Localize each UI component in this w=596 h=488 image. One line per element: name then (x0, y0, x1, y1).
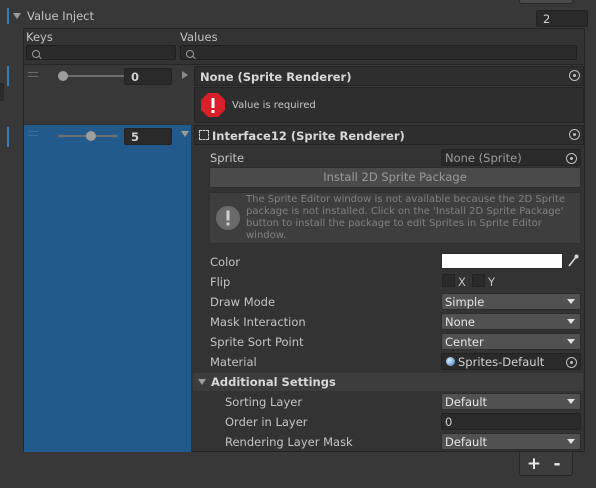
object-field-header[interactable]: None (Sprite Renderer) (194, 66, 584, 86)
remove-element-button[interactable]: - (547, 454, 567, 474)
sorting-layer-value: Default (445, 395, 488, 409)
install-2d-sprite-button[interactable]: Install 2D Sprite Package (209, 167, 581, 188)
color-label: Color (210, 255, 241, 269)
value-inject-foldout[interactable]: Value Inject (12, 8, 212, 24)
add-label: + (526, 454, 542, 474)
list-row-0: 0 None (Sprite Renderer) Value is requir… (24, 64, 584, 124)
search-icon (32, 50, 40, 58)
key-slider-knob[interactable] (86, 131, 96, 141)
object-picker-icon[interactable] (566, 153, 577, 164)
material-label: Material (210, 355, 257, 369)
order-in-layer-label: Order in Layer (225, 415, 308, 429)
error-icon (200, 92, 226, 118)
left-accent-bar (7, 66, 9, 86)
key-value: 0 (131, 70, 140, 84)
flip-y-label: Y (488, 275, 496, 289)
foldout-arrow-icon (13, 13, 21, 19)
dropdown-caret-icon (567, 399, 575, 404)
top-cutoff-button[interactable] (519, 0, 573, 4)
drag-handle-icon[interactable] (28, 131, 38, 136)
values-column-header: Values (180, 30, 218, 44)
sprite-renderer-icon (199, 130, 209, 140)
color-field[interactable]: #ffffff (441, 253, 563, 269)
keys-search-input[interactable] (26, 45, 176, 60)
flip-label: Flip (210, 275, 231, 289)
flip-x-toggle[interactable] (442, 274, 455, 287)
remove-label: - (553, 454, 561, 474)
list-count-value: 2 (543, 12, 551, 26)
info-icon (215, 205, 241, 231)
sorting-layer-dropdown[interactable]: Default (441, 393, 581, 410)
key-int-field[interactable]: 5 (124, 128, 172, 145)
material-object-field[interactable]: Sprites-Default (441, 353, 581, 370)
dropdown-caret-icon (567, 299, 575, 304)
dropdown-caret-icon (567, 339, 575, 344)
mask-interaction-value: None (445, 315, 476, 329)
sprite-label: Sprite (210, 151, 245, 165)
draw-mode-dropdown[interactable]: Simple (441, 293, 581, 310)
draw-mode-value: Simple (445, 295, 485, 309)
mask-interaction-label: Mask Interaction (210, 315, 306, 329)
key-slider-knob[interactable] (58, 71, 68, 81)
object-picker-icon[interactable] (569, 70, 580, 81)
sprite-value: None (Sprite) (445, 151, 522, 165)
header-title: Value Inject (27, 9, 95, 23)
search-icon (186, 50, 194, 58)
left-accent-bar (7, 127, 9, 147)
info-message: The Sprite Editor window is not availabl… (246, 194, 566, 241)
left-accent-bar (7, 8, 9, 24)
error-message: Value is required (232, 100, 316, 111)
additional-settings-label: Additional Settings (211, 375, 336, 389)
keys-column-header: Keys (26, 30, 53, 44)
error-helpbox: Value is required (194, 87, 584, 123)
dropdown-caret-icon (567, 319, 575, 324)
mask-interaction-dropdown[interactable]: None (441, 313, 581, 330)
sprite-sort-point-value: Center (445, 335, 484, 349)
left-edge-tab (0, 83, 4, 101)
rendering-layer-mask-dropdown[interactable]: Default (441, 433, 581, 450)
material-sphere-icon (446, 357, 455, 366)
key-value: 5 (131, 130, 140, 144)
list-count-field[interactable]: 2 (536, 10, 588, 27)
rendering-layer-mask-label: Rendering Layer Mask (225, 435, 353, 449)
object-picker-icon[interactable] (569, 129, 580, 140)
draw-mode-label: Draw Mode (210, 295, 276, 309)
object-field-header[interactable]: Interface12 (Sprite Renderer) (194, 125, 584, 145)
dropdown-caret-icon (567, 439, 575, 444)
key-int-field[interactable]: 0 (124, 68, 172, 85)
object-field-label: None (Sprite Renderer) (200, 70, 352, 84)
additional-settings-foldout[interactable]: Additional Settings (193, 373, 583, 391)
install-button-label: Install 2D Sprite Package (323, 170, 467, 184)
drag-handle-icon[interactable] (28, 72, 38, 77)
object-field-label: Interface12 (Sprite Renderer) (212, 129, 405, 143)
add-element-button[interactable]: + (524, 454, 544, 474)
foldout-arrow-icon[interactable] (182, 71, 188, 79)
rendering-layer-mask-value: Default (445, 435, 488, 449)
order-in-layer-value: 0 (445, 415, 453, 429)
sorting-layer-label: Sorting Layer (225, 395, 303, 409)
sprite-sort-point-dropdown[interactable]: Center (441, 333, 581, 350)
flip-x-label: X (458, 275, 466, 289)
sprite-sort-point-label: Sprite Sort Point (210, 335, 304, 349)
eyedropper-icon[interactable] (567, 254, 579, 268)
values-search-input[interactable] (180, 45, 577, 60)
object-picker-icon[interactable] (566, 357, 577, 368)
info-helpbox: The Sprite Editor window is not availabl… (209, 192, 581, 244)
material-value: Sprites-Default (458, 355, 545, 369)
foldout-arrow-icon (198, 379, 206, 385)
foldout-arrow-icon[interactable] (181, 131, 189, 137)
sprite-object-field[interactable]: None (Sprite) (441, 149, 581, 166)
order-in-layer-input[interactable]: 0 (441, 413, 581, 430)
flip-y-toggle[interactable] (472, 274, 485, 287)
